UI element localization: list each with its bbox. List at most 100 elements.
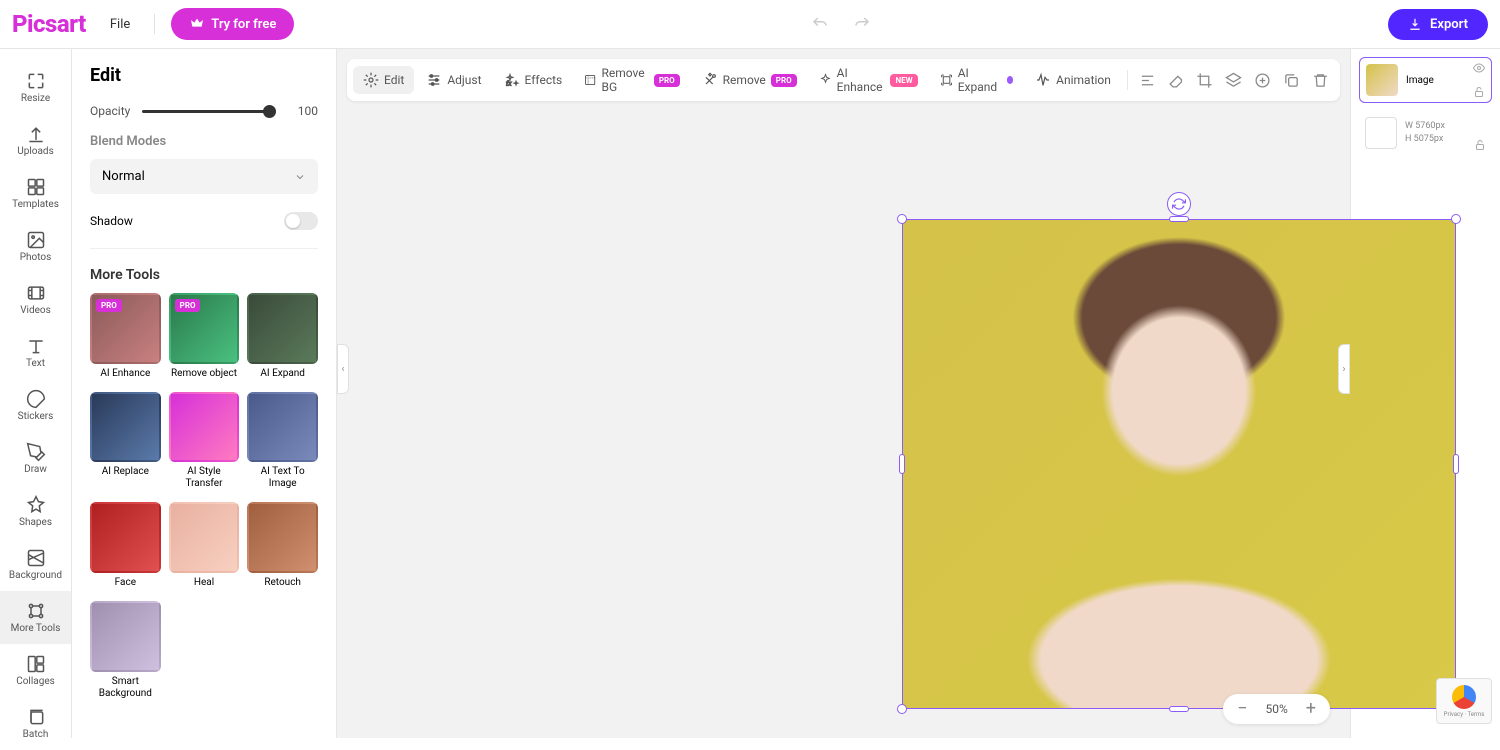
tool-label: AI Expand — [260, 368, 305, 380]
tool-label: Face — [115, 577, 136, 589]
toolbar-edit[interactable]: Edit — [353, 66, 414, 94]
layer-canvas[interactable]: W 5760px H 5075px — [1359, 111, 1492, 155]
toolbar-delete-button[interactable] — [1307, 64, 1334, 96]
handle-bl[interactable] — [897, 704, 907, 714]
rail-uploads[interactable]: Uploads — [0, 114, 71, 167]
file-menu[interactable]: File — [102, 13, 138, 36]
copy-icon — [1283, 72, 1300, 89]
canvas-dims: W 5760px H 5075px — [1405, 120, 1445, 145]
recaptcha-text: Privacy · Terms — [1444, 711, 1485, 718]
lock-icon[interactable] — [1474, 139, 1486, 151]
tool-remove object[interactable]: Remove object — [169, 293, 240, 380]
toolbar-effects[interactable]: fxEffects — [494, 66, 573, 94]
handle-left[interactable] — [899, 454, 905, 474]
layer-label: Image — [1406, 75, 1485, 86]
opacity-slider[interactable] — [142, 110, 276, 113]
tool-thumb — [247, 392, 318, 463]
redo-icon[interactable] — [853, 15, 871, 33]
rail-label: Draw — [24, 464, 47, 475]
side-panel: Edit Opacity 100 Blend Modes Normal Shad… — [72, 49, 337, 738]
toolbar-animation[interactable]: Animation — [1025, 66, 1121, 94]
adjust-icon — [426, 72, 442, 88]
handle-tl[interactable] — [897, 214, 907, 224]
rail-batch[interactable]: Batch — [0, 697, 71, 750]
toolbar-flip-button[interactable] — [1249, 64, 1276, 96]
toolbar-eraser-button[interactable] — [1163, 64, 1190, 96]
portrait-content — [903, 220, 1455, 708]
handle-bottom[interactable] — [1169, 706, 1189, 712]
background-icon — [26, 548, 46, 568]
tool-face[interactable]: Face — [90, 502, 161, 589]
tool-heal[interactable]: Heal — [169, 502, 240, 589]
toolbar-align-button[interactable] — [1134, 64, 1161, 96]
canvas-area[interactable]: EditAdjustfxEffectsRemove BGPRORemovePRO… — [337, 49, 1350, 738]
rail-resize[interactable]: Resize — [0, 61, 71, 114]
rail-photos[interactable]: Photos — [0, 220, 71, 273]
toolbar-crop-button[interactable] — [1192, 64, 1219, 96]
toolbar-layers-button[interactable] — [1220, 64, 1247, 96]
handle-top[interactable] — [1169, 216, 1189, 222]
slider-thumb[interactable] — [263, 105, 276, 118]
context-toolbar: EditAdjustfxEffectsRemove BGPRORemovePRO… — [347, 59, 1340, 101]
collapse-right-button[interactable]: › — [1338, 344, 1350, 394]
toolbar-copy-button[interactable] — [1278, 64, 1305, 96]
toolbar-remove-bg[interactable]: Remove BGPRO — [574, 60, 689, 100]
collapse-left-button[interactable]: ‹ — [337, 344, 349, 394]
rail-templates[interactable]: Templates — [0, 167, 71, 220]
rail-label: Photos — [20, 252, 52, 263]
toolbar-remove[interactable]: RemovePRO — [692, 66, 807, 94]
shadow-toggle[interactable] — [284, 212, 318, 230]
draw-icon — [26, 442, 46, 462]
toolbar-adjust[interactable]: Adjust — [416, 66, 491, 94]
tool-label: AI Enhance — [100, 368, 150, 380]
tool-smart background[interactable]: Smart Background — [90, 601, 161, 700]
rail-label: Resize — [21, 93, 50, 104]
undo-icon[interactable] — [811, 15, 829, 33]
panel-title: Edit — [90, 65, 318, 86]
rotate-icon — [1172, 197, 1186, 211]
eye-icon[interactable] — [1473, 62, 1485, 74]
tool-ai expand[interactable]: AI Expand — [247, 293, 318, 380]
rail-collages[interactable]: Collages — [0, 644, 71, 697]
separator — [1127, 70, 1128, 90]
blend-mode-select[interactable]: Normal — [90, 159, 318, 194]
zoom-out-button[interactable]: − — [1237, 700, 1247, 718]
rail-background[interactable]: Background — [0, 538, 71, 591]
opacity-row: Opacity 100 — [90, 104, 318, 118]
lock-icon[interactable] — [1473, 86, 1485, 98]
try-free-button[interactable]: Try for free — [171, 8, 294, 40]
photos-icon — [26, 230, 46, 250]
stickers-icon — [26, 389, 46, 409]
toolbar-ai-expand[interactable]: AI Expand — [930, 60, 1024, 100]
rotate-handle[interactable] — [1167, 192, 1191, 216]
rail-more-tools[interactable]: More Tools — [0, 591, 71, 644]
rail-shapes[interactable]: Shapes — [0, 485, 71, 538]
zoom-in-button[interactable]: + — [1306, 700, 1316, 718]
tool-ai replace[interactable]: AI Replace — [90, 392, 161, 491]
tool-ai text to image[interactable]: AI Text To Image — [247, 392, 318, 491]
blend-value: Normal — [102, 169, 145, 184]
rail-label: Uploads — [17, 146, 53, 157]
layer-image[interactable]: Image — [1359, 57, 1492, 103]
delete-icon — [1312, 72, 1329, 89]
chevron-down-icon — [294, 171, 306, 183]
toolbar-label: Remove — [723, 73, 766, 87]
rail-draw[interactable]: Draw — [0, 432, 71, 485]
handle-right[interactable] — [1453, 454, 1459, 474]
selected-image[interactable] — [902, 219, 1456, 709]
rail-label: Text — [26, 358, 45, 369]
logo[interactable]: Picsart — [12, 10, 86, 38]
tool-ai enhance[interactable]: AI Enhance — [90, 293, 161, 380]
download-icon — [1408, 17, 1422, 31]
toolbar-label: AI Expand — [958, 66, 1002, 94]
tool-ai style transfer[interactable]: AI Style Transfer — [169, 392, 240, 491]
handle-tr[interactable] — [1451, 214, 1461, 224]
tool-retouch[interactable]: Retouch — [247, 502, 318, 589]
export-button[interactable]: Export — [1388, 9, 1488, 40]
toolbar-ai-enhance[interactable]: AI EnhanceNEW — [809, 60, 928, 100]
tool-label: AI Text To Image — [247, 466, 318, 490]
rail-text[interactable]: Text — [0, 326, 71, 379]
tool-label: Retouch — [264, 577, 301, 589]
rail-stickers[interactable]: Stickers — [0, 379, 71, 432]
rail-videos[interactable]: Videos — [0, 273, 71, 326]
